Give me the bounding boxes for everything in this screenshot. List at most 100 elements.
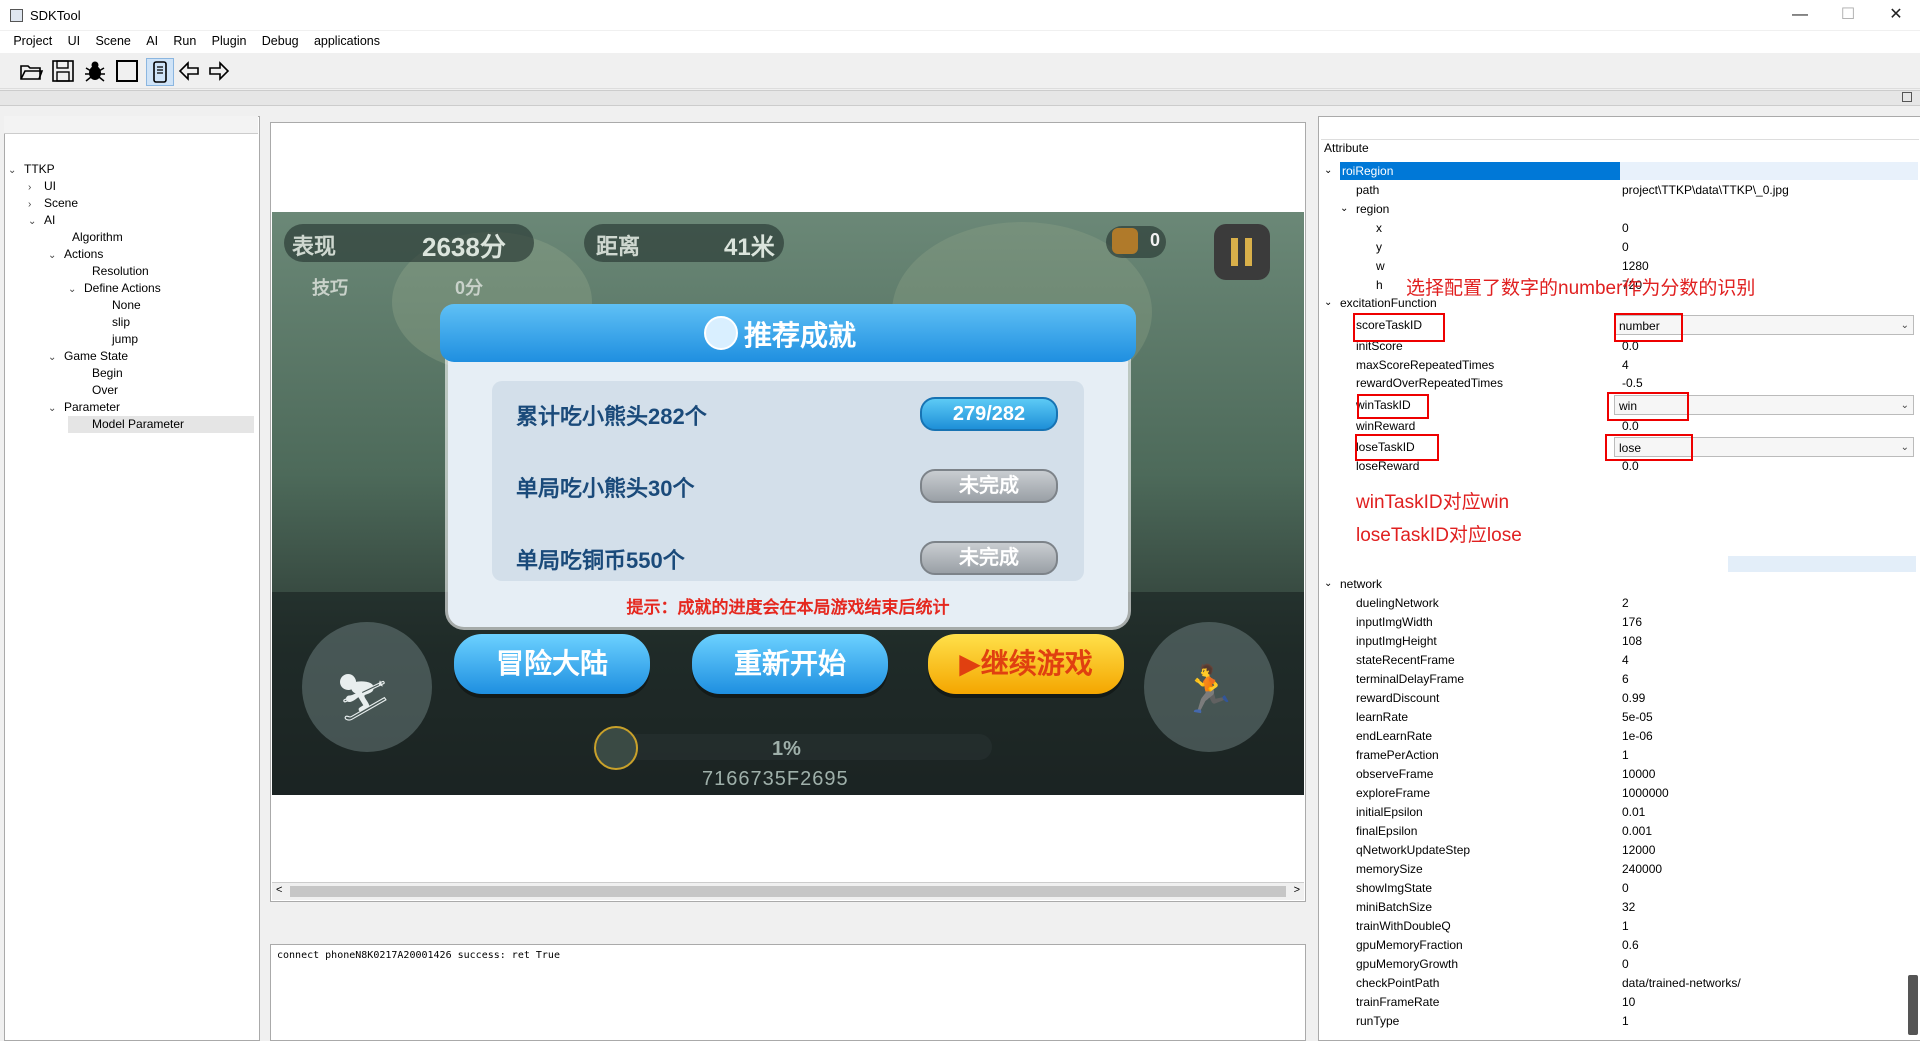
pause-button[interactable] <box>1214 224 1270 280</box>
tree-item[interactable]: ⌄ AI <box>28 212 55 229</box>
attribute-value[interactable]: 0 <box>1622 879 1629 897</box>
tree-item[interactable]: › UI <box>28 178 56 195</box>
attribute-value[interactable]: 0.6 <box>1622 936 1639 954</box>
attribute-key: qNetworkUpdateStep <box>1356 843 1471 857</box>
tree-item[interactable]: › Scene <box>28 195 78 212</box>
hud-dist-value: 41米 <box>724 234 775 261</box>
tree-item[interactable]: None <box>88 297 141 314</box>
attribute-value[interactable]: 10000 <box>1622 765 1655 783</box>
attribute-value[interactable]: 0 <box>1622 219 1629 237</box>
attribute-value[interactable]: 1000000 <box>1622 784 1669 802</box>
chevron-down-icon[interactable]: ⌄ <box>48 349 60 366</box>
chevron-down-icon[interactable]: ⌄ <box>48 400 60 417</box>
tree-item-label: jump <box>112 332 139 346</box>
attribute-value[interactable]: project\TTKP\data\TTKP\_0.jpg <box>1622 181 1789 199</box>
attribute-value[interactable]: -0.5 <box>1622 374 1643 392</box>
menu-scene[interactable]: Scene <box>89 31 136 51</box>
close-button[interactable]: ✕ <box>1876 4 1916 26</box>
attribute-value[interactable]: 4 <box>1622 356 1629 374</box>
attribute-value[interactable]: 32 <box>1622 898 1635 916</box>
tree-item-label: Parameter <box>64 400 121 414</box>
attribute-key: gpuMemoryGrowth <box>1356 957 1459 971</box>
tree-item[interactable]: ⌄ TTKP <box>8 161 55 178</box>
menu-debug[interactable]: Debug <box>256 31 305 51</box>
attribute-value[interactable]: 176 <box>1622 613 1642 631</box>
attribute-value[interactable]: 108 <box>1622 632 1642 650</box>
tree-item[interactable]: ⌄ Define Actions <box>68 280 161 297</box>
tree-item[interactable]: jump <box>88 331 138 348</box>
attribute-value[interactable]: 0.001 <box>1622 822 1652 840</box>
attribute-value[interactable]: 0 <box>1622 238 1629 256</box>
slide-action-button[interactable]: ⛷ <box>302 622 432 752</box>
tree-item[interactable]: ⌄ Game State <box>48 348 128 365</box>
forward-arrow-icon[interactable] <box>206 58 232 84</box>
menu-applications[interactable]: applications <box>308 31 386 51</box>
chevron-down-icon[interactable]: ⌄ <box>68 281 80 298</box>
horizontal-scrollbar[interactable]: < > <box>272 882 1304 900</box>
highlight-box-winTaskID <box>1357 394 1429 419</box>
menu-project[interactable]: Project <box>7 31 58 51</box>
attribute-value[interactable]: 240000 <box>1622 860 1662 878</box>
tree-item[interactable]: slip <box>88 314 130 331</box>
attribute-key: region <box>1356 202 1390 216</box>
achievement-status: 未完成 <box>920 541 1058 575</box>
open-folder-icon[interactable] <box>18 58 44 84</box>
attribute-value[interactable]: 1 <box>1622 917 1629 935</box>
chevron-down-icon[interactable]: ⌄ <box>48 247 60 264</box>
tree-item[interactable]: Resolution <box>68 263 149 280</box>
restart-button[interactable]: 重新开始 <box>692 634 888 694</box>
scroll-right-icon[interactable]: > <box>1294 884 1300 896</box>
log-panel: connect phoneN8K0217A20001426 success: r… <box>270 944 1306 1041</box>
menu-plugin[interactable]: Plugin <box>206 31 253 51</box>
annotation-score: 选择配置了数字的number作为分数的识别 <box>1406 278 1756 299</box>
attribute-value[interactable]: 1 <box>1622 746 1629 764</box>
jump-action-button[interactable]: 🏃 <box>1144 622 1274 752</box>
menu-ui[interactable]: UI <box>62 31 87 51</box>
chevron-right-icon[interactable]: › <box>28 196 40 213</box>
attribute-value[interactable]: 2 <box>1622 594 1629 612</box>
maximize-button[interactable]: ☐ <box>1828 4 1868 26</box>
attribute-value[interactable]: 5e-05 <box>1622 708 1653 726</box>
tree-item[interactable]: Model Parameter <box>68 416 254 433</box>
blank-square-icon[interactable] <box>114 58 140 84</box>
attribute-value[interactable]: 1 <box>1622 1012 1629 1030</box>
continue-button[interactable]: ▶继续游戏 <box>928 634 1124 694</box>
chevron-down-icon[interactable]: ⌄ <box>28 213 40 230</box>
attribute-value[interactable]: 0.01 <box>1622 803 1645 821</box>
chevron-down-icon[interactable]: ⌄ <box>8 162 20 179</box>
phone-icon[interactable] <box>146 58 174 86</box>
attribute-value[interactable]: 10 <box>1622 993 1635 1011</box>
save-icon[interactable] <box>50 58 76 84</box>
chevron-down-icon[interactable]: ⌄ <box>1324 294 1332 312</box>
menu-ai[interactable]: AI <box>140 31 164 51</box>
back-arrow-icon[interactable] <box>176 58 202 84</box>
title-bar: SDKTool — ☐ ✕ <box>0 0 1920 30</box>
scrollbar-thumb[interactable] <box>290 886 1286 897</box>
tree-item[interactable]: ⌄ Parameter <box>48 399 120 416</box>
attribute-value[interactable]: 6 <box>1622 670 1629 688</box>
chevron-down-icon[interactable]: ⌄ <box>1324 162 1332 180</box>
gem-icon <box>1112 228 1138 254</box>
tree-item[interactable]: ⌄ Actions <box>48 246 103 263</box>
debug-bug-icon[interactable] <box>82 58 108 84</box>
attribute-value[interactable]: 12000 <box>1622 841 1655 859</box>
adventure-button[interactable]: 冒险大陆 <box>454 634 650 694</box>
chevron-down-icon[interactable]: ⌄ <box>1340 200 1348 218</box>
attribute-key: path <box>1356 183 1380 197</box>
attribute-value[interactable]: data/trained-networks/ <box>1622 974 1741 992</box>
minimize-button[interactable]: — <box>1780 4 1820 26</box>
attribute-value[interactable]: 1e-06 <box>1622 727 1653 745</box>
scroll-left-icon[interactable]: < <box>276 884 282 896</box>
tree-item[interactable]: Algorithm <box>48 229 123 246</box>
chevron-down-icon[interactable]: ⌄ <box>1324 575 1332 593</box>
tree-item[interactable]: Over <box>68 382 118 399</box>
float-dock-icon[interactable] <box>1902 92 1912 102</box>
vertical-scrollbar-thumb[interactable] <box>1908 975 1918 1035</box>
attribute-value[interactable]: 4 <box>1622 651 1629 669</box>
attribute-value[interactable]: 0.99 <box>1622 689 1645 707</box>
menu-run[interactable]: Run <box>167 31 202 51</box>
attribute-value[interactable]: 0 <box>1622 955 1629 973</box>
attribute-key: rewardOverRepeatedTimes <box>1356 376 1503 390</box>
chevron-right-icon[interactable]: › <box>28 179 40 196</box>
tree-item[interactable]: Begin <box>68 365 123 382</box>
